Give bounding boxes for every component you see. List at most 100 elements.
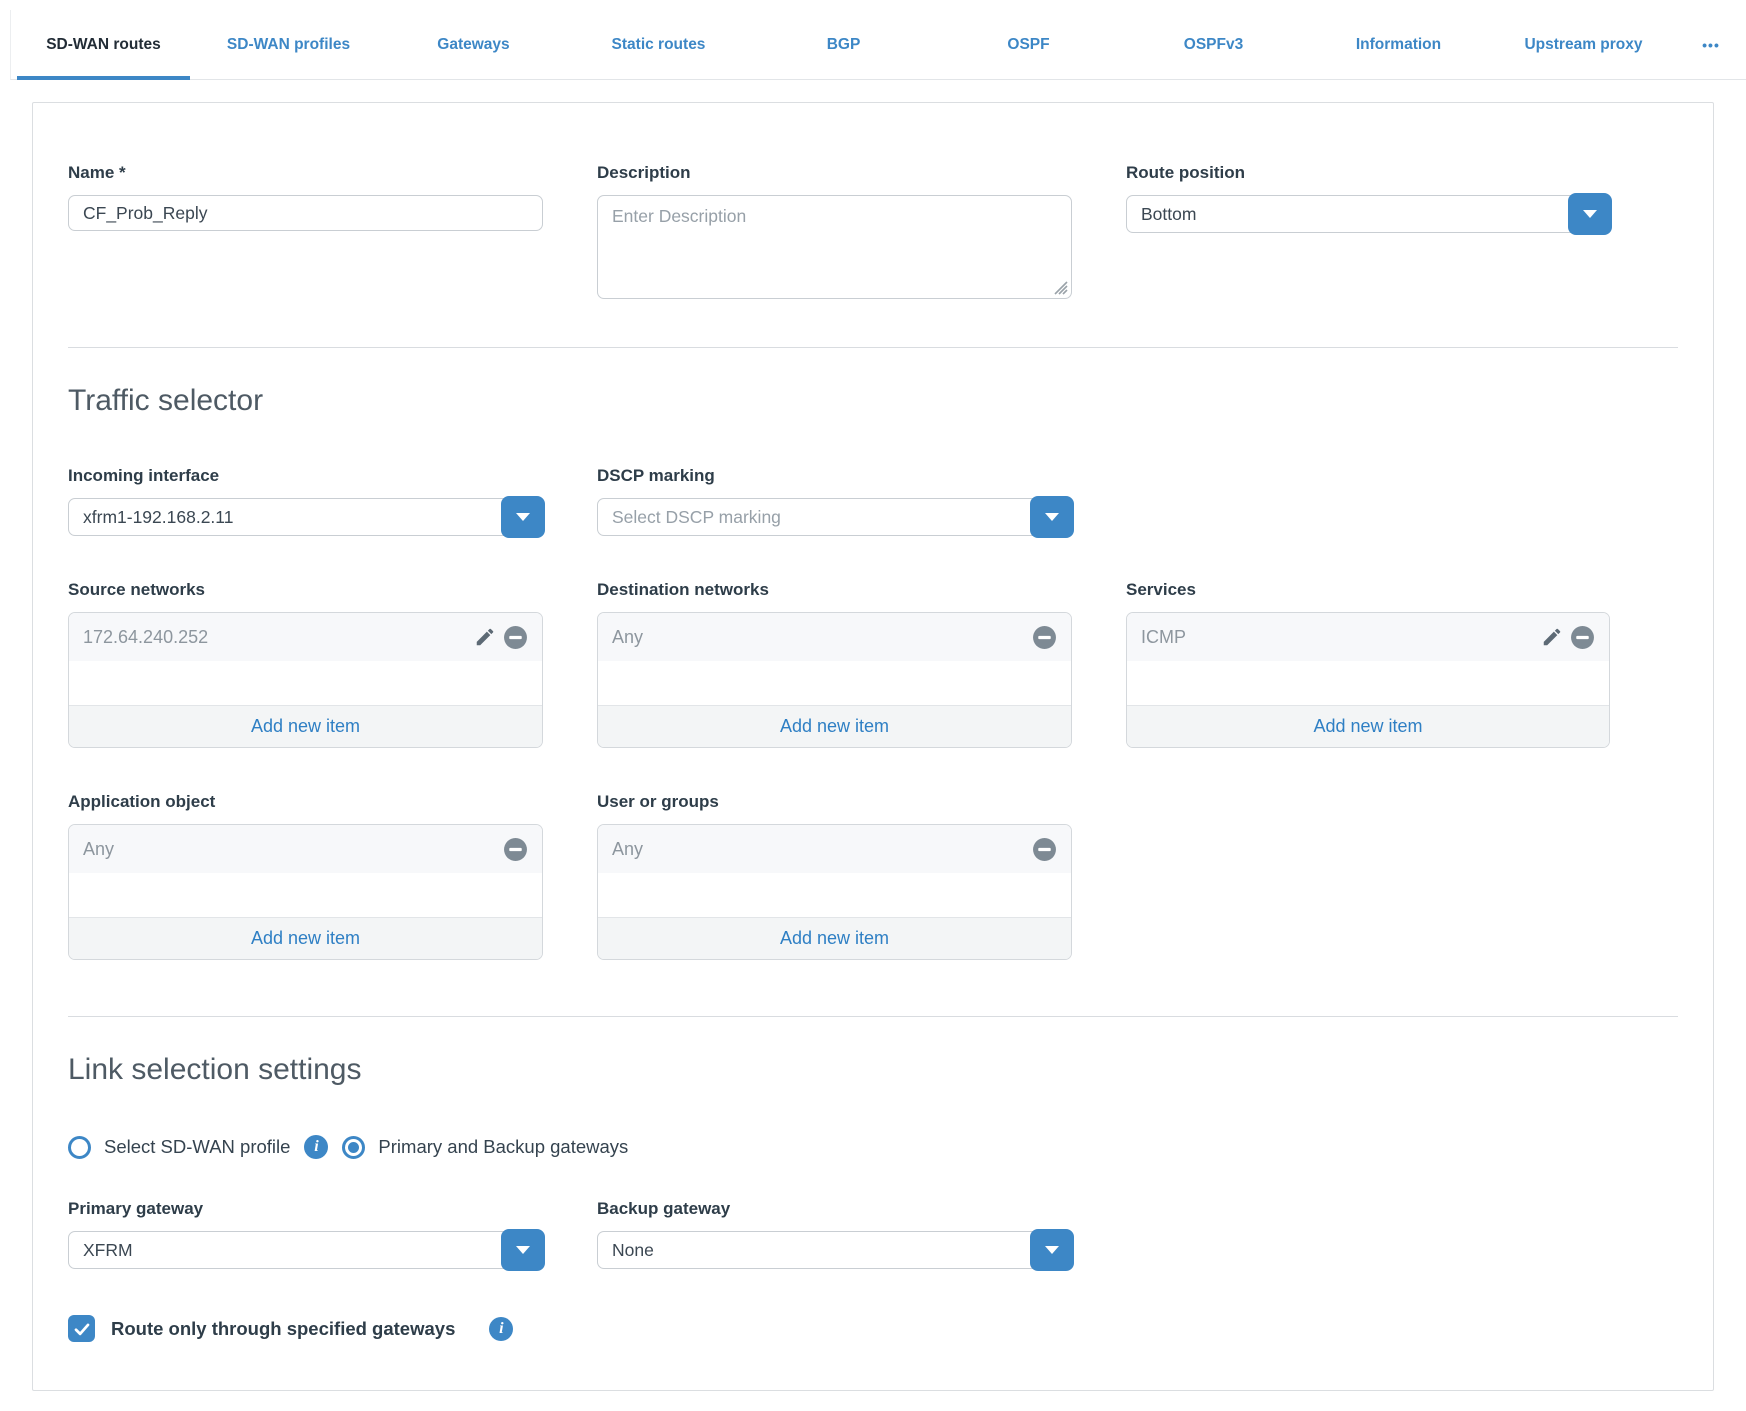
services-label: Services xyxy=(1126,580,1610,600)
source-networks-group: Source networks 172.64.240.252 xyxy=(68,580,543,748)
remove-item-button[interactable] xyxy=(1029,834,1059,864)
primary-gateway-value[interactable]: XFRM xyxy=(68,1231,543,1269)
add-new-item-button[interactable]: Add new item xyxy=(69,705,542,747)
chevron-down-icon xyxy=(1583,210,1597,218)
divider xyxy=(68,1016,1678,1017)
incoming-interface-dropdown-button[interactable] xyxy=(501,496,545,538)
chevron-down-icon xyxy=(516,513,530,521)
check-icon xyxy=(73,1320,91,1338)
list-empty-area xyxy=(69,661,542,705)
list-item: Any xyxy=(69,825,542,873)
radio-primary-backup-gateways[interactable]: Primary and Backup gateways xyxy=(342,1136,628,1159)
remove-item-button[interactable] xyxy=(1567,622,1597,652)
pencil-icon xyxy=(474,626,496,648)
dscp-marking-dropdown-button[interactable] xyxy=(1030,496,1074,538)
add-new-item-button[interactable]: Add new item xyxy=(1127,705,1609,747)
name-label: Name * xyxy=(68,163,543,183)
dscp-marking-value[interactable]: Select DSCP marking xyxy=(597,498,1072,536)
tab-upstream-proxy[interactable]: Upstream proxy xyxy=(1491,10,1676,79)
dscp-marking-label: DSCP marking xyxy=(597,466,1072,486)
list-item: Any xyxy=(598,825,1071,873)
description-field-group: Description xyxy=(597,163,1072,299)
minus-circle-icon xyxy=(1032,625,1057,650)
route-form-card: Name * Description Rout xyxy=(32,102,1714,1391)
route-only-checkbox-row: Route only through specified gateways i xyxy=(68,1315,1678,1342)
name-input[interactable] xyxy=(68,195,543,231)
link-selection-heading: Link selection settings xyxy=(68,1053,1678,1087)
chevron-down-icon xyxy=(1045,1246,1059,1254)
sd-wan-route-editor: SD-WAN routes SD-WAN profiles Gateways S… xyxy=(0,10,1746,1411)
services-panel: ICMP xyxy=(1126,612,1610,748)
tab-bar: SD-WAN routes SD-WAN profiles Gateways S… xyxy=(10,10,1746,80)
route-only-checkbox-label: Route only through specified gateways xyxy=(111,1318,455,1340)
description-textarea[interactable] xyxy=(597,195,1072,299)
primary-gateway-field-group: Primary gateway XFRM xyxy=(68,1199,543,1269)
tab-gateways[interactable]: Gateways xyxy=(381,10,566,79)
backup-gateway-dropdown-button[interactable] xyxy=(1030,1229,1074,1271)
tabs-overflow-button[interactable]: ••• xyxy=(1676,10,1746,79)
info-icon[interactable]: i xyxy=(304,1135,328,1159)
remove-item-button[interactable] xyxy=(500,834,530,864)
tab-bgp[interactable]: BGP xyxy=(751,10,936,79)
list-item: ICMP xyxy=(1127,613,1609,661)
application-object-group: Application object Any Add new item xyxy=(68,792,543,960)
user-or-groups-group: User or groups Any Add new item xyxy=(597,792,1072,960)
route-only-checkbox[interactable] xyxy=(68,1315,95,1342)
tab-information[interactable]: Information xyxy=(1306,10,1491,79)
primary-gateway-dropdown-button[interactable] xyxy=(501,1229,545,1271)
tab-sdwan-profiles[interactable]: SD-WAN profiles xyxy=(196,10,381,79)
list-empty-area xyxy=(1127,661,1609,705)
list-item-text: ICMP xyxy=(1141,627,1537,648)
radio-label: Select SD-WAN profile xyxy=(104,1136,290,1158)
incoming-interface-label: Incoming interface xyxy=(68,466,543,486)
route-position-dropdown-button[interactable] xyxy=(1568,193,1612,235)
destination-networks-group: Destination networks Any Add new item xyxy=(597,580,1072,748)
info-icon[interactable]: i xyxy=(489,1317,513,1341)
route-position-select[interactable]: Bottom xyxy=(1126,195,1610,233)
list-item: Any xyxy=(598,613,1071,661)
incoming-interface-value[interactable]: xfrm1-192.168.2.11 xyxy=(68,498,543,536)
radio-select-sdwan-profile[interactable]: Select SD-WAN profile xyxy=(68,1136,290,1159)
application-object-label: Application object xyxy=(68,792,543,812)
edit-item-button[interactable] xyxy=(470,622,500,652)
minus-circle-icon xyxy=(1570,625,1595,650)
dscp-marking-field-group: DSCP marking Select DSCP marking xyxy=(597,466,1072,536)
source-networks-panel: 172.64.240.252 xyxy=(68,612,543,748)
remove-item-button[interactable] xyxy=(500,622,530,652)
route-position-value[interactable]: Bottom xyxy=(1126,195,1610,233)
edit-item-button[interactable] xyxy=(1537,622,1567,652)
tab-sdwan-routes[interactable]: SD-WAN routes xyxy=(11,10,196,79)
primary-gateway-select[interactable]: XFRM xyxy=(68,1231,543,1269)
list-item-text: Any xyxy=(612,839,1029,860)
chevron-down-icon xyxy=(1045,513,1059,521)
radio-unselected-icon[interactable] xyxy=(68,1136,91,1159)
remove-item-button[interactable] xyxy=(1029,622,1059,652)
incoming-interface-select[interactable]: xfrm1-192.168.2.11 xyxy=(68,498,543,536)
incoming-interface-field-group: Incoming interface xfrm1-192.168.2.11 xyxy=(68,466,543,536)
backup-gateway-select[interactable]: None xyxy=(597,1231,1072,1269)
link-selection-radio-group: Select SD-WAN profile i Primary and Back… xyxy=(68,1135,1678,1159)
list-item: 172.64.240.252 xyxy=(69,613,542,661)
dscp-marking-select[interactable]: Select DSCP marking xyxy=(597,498,1072,536)
add-new-item-button[interactable]: Add new item xyxy=(598,917,1071,959)
primary-gateway-label: Primary gateway xyxy=(68,1199,543,1219)
destination-networks-panel: Any Add new item xyxy=(597,612,1072,748)
pencil-icon xyxy=(1541,626,1563,648)
radio-selected-icon[interactable] xyxy=(342,1136,365,1159)
tab-static-routes[interactable]: Static routes xyxy=(566,10,751,79)
application-object-panel: Any Add new item xyxy=(68,824,543,960)
name-field-group: Name * xyxy=(68,163,543,299)
backup-gateway-value[interactable]: None xyxy=(597,1231,1072,1269)
backup-gateway-label: Backup gateway xyxy=(597,1199,1072,1219)
source-networks-label: Source networks xyxy=(68,580,543,600)
tab-ospf[interactable]: OSPF xyxy=(936,10,1121,79)
tab-ospfv3[interactable]: OSPFv3 xyxy=(1121,10,1306,79)
add-new-item-button[interactable]: Add new item xyxy=(69,917,542,959)
list-empty-area xyxy=(598,661,1071,705)
description-label: Description xyxy=(597,163,1072,183)
add-new-item-button[interactable]: Add new item xyxy=(598,705,1071,747)
minus-circle-icon xyxy=(1032,837,1057,862)
user-or-groups-panel: Any Add new item xyxy=(597,824,1072,960)
chevron-down-icon xyxy=(516,1246,530,1254)
radio-label: Primary and Backup gateways xyxy=(378,1136,628,1158)
